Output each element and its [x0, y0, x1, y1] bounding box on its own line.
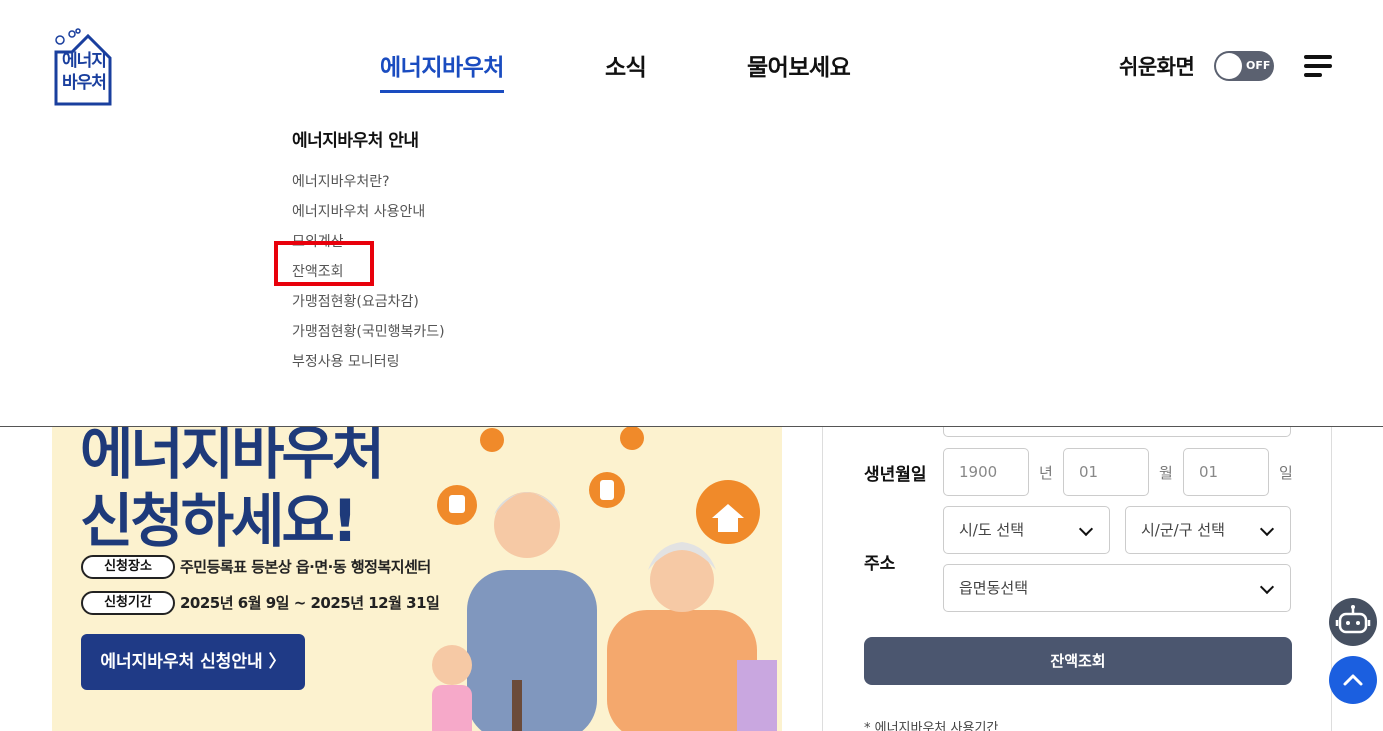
balance-inquiry-button[interactable]: 잔액조회 [864, 637, 1292, 685]
month-unit: 월 [1159, 464, 1173, 482]
chevron-up-icon [1343, 674, 1363, 686]
toggle-state: OFF [1246, 59, 1271, 72]
day-unit: 일 [1279, 464, 1293, 482]
submenu-item-monitoring[interactable]: 부정사용 모니터링 [292, 347, 445, 377]
submenu-item-merchants-card[interactable]: 가맹점현황(국민행복카드) [292, 317, 445, 347]
banner-headline-2: 신청하세요! [80, 487, 358, 555]
submenu-item-about[interactable]: 에너지바우처란? [292, 167, 445, 197]
hamburger-icon[interactable] [1304, 55, 1332, 77]
easy-view-label: 쉬운화면 [1119, 55, 1195, 79]
sido-select[interactable]: 시/도 선택 [943, 506, 1110, 554]
banner-period-text: 2025년 6월 9일 ~ 2025년 12월 31일 [180, 594, 440, 612]
birth-day-input[interactable]: 01 [1183, 448, 1269, 496]
apply-guide-button[interactable]: 에너지바우처 신청안내 〉 [81, 634, 305, 690]
toggle-knob [1216, 53, 1242, 79]
nav-ask[interactable]: 물어보세요 [747, 48, 851, 82]
submenu-item-usage[interactable]: 에너지바우처 사용안내 [292, 197, 445, 227]
birth-year-input[interactable]: 1900 [943, 448, 1029, 496]
balance-inquiry-panel: 생년월일 1900 년 01 월 01 일 주소 시/도 선택 시/군/구 선택… [822, 380, 1332, 731]
submenu-item-merchants-bill[interactable]: 가맹점현황(요금차감) [292, 287, 445, 317]
nav-energy-voucher[interactable]: 에너지바우처 [380, 48, 504, 93]
banner-tag-period: 신청기간 [81, 591, 175, 615]
nav-news[interactable]: 소식 [605, 48, 647, 82]
elderly-couple-illustration [432, 426, 777, 731]
robot-icon [1335, 605, 1371, 634]
banner-place-text: 주민등록표 등본상 읍·면·동 행정복지센터 [180, 558, 431, 576]
sigungu-select[interactable]: 시/군/구 선택 [1125, 506, 1291, 554]
site-header: 에너지 바우처 에너지바우처 소식 물어보세요 쉬운화면 OFF 에너지바우처 … [0, 0, 1383, 427]
scroll-top-button[interactable] [1329, 656, 1377, 704]
birth-month-input[interactable]: 01 [1063, 448, 1149, 496]
banner-tag-place: 신청장소 [81, 555, 175, 579]
highlight-box [274, 241, 374, 286]
easy-view-toggle[interactable]: OFF [1214, 51, 1274, 81]
logo-text: 에너지 바우처 [62, 51, 107, 93]
chatbot-button[interactable] [1329, 598, 1377, 646]
energy-voucher-logo[interactable]: 에너지 바우처 [52, 28, 114, 106]
submenu-title: 에너지바우처 안내 [292, 131, 419, 151]
year-unit: 년 [1039, 464, 1053, 482]
usage-period-note: * 에너지바우처 사용기간 [864, 721, 999, 731]
emd-select[interactable]: 읍면동선택 [943, 564, 1291, 612]
promo-banner: 에너지바우처 신청하세요! 신청장소 주민등록표 등본상 읍·면·동 행정복지센… [52, 380, 782, 731]
address-label: 주소 [864, 554, 896, 574]
birth-label: 생년월일 [864, 465, 927, 485]
